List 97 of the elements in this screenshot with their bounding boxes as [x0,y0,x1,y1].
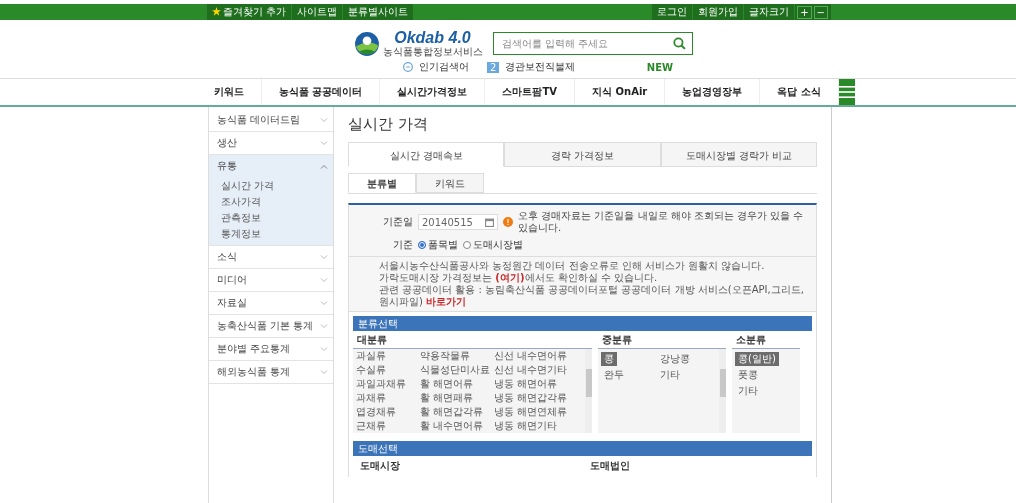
list-item[interactable]: 과채류 [356,391,420,405]
scrollbar[interactable] [585,349,592,433]
list-item[interactable]: 과일과채류 [356,377,420,391]
sidebar-item[interactable]: 분야별 주요통계 [209,338,333,361]
list-item[interactable]: 콩(일반) [735,352,779,366]
sidebar-subitem[interactable]: 조사가격 [221,194,333,210]
list-item[interactable]: 신선 내수면어류 [494,349,578,363]
sidebar-subitem[interactable]: 통계정보 [221,226,333,242]
sidebar-item[interactable]: 자료실 [209,292,333,315]
sidebar-subitem[interactable]: 관측정보 [221,210,333,226]
logo-title[interactable]: Okdab 4.0 [394,30,471,46]
list-item[interactable]: 활 내수면어류 [420,419,494,433]
list-item[interactable]: 식물성단미사료 [420,363,494,377]
notice-link[interactable]: 바로가기 [426,296,467,307]
top-link[interactable]: 회원가입 [693,4,745,20]
chevron-icon [320,117,328,123]
chevron-icon [320,346,328,352]
column-label: 도매법인 [588,459,631,473]
list-item[interactable]: 신선 내수면기타 [494,363,578,377]
list-item[interactable]: 냉동 해면기타 [494,419,578,433]
popular-search-label[interactable]: 인기검색어 [419,60,469,74]
list-item[interactable]: 강낭콩 [657,352,693,366]
list-item[interactable]: 풋콩 [735,368,761,382]
chevron-icon [320,323,328,329]
rank-number: 2 [487,61,500,73]
column-label: 도매시장 [359,459,401,473]
nav-item[interactable]: 농업경영장부 [665,79,761,105]
list-item[interactable]: 기타 [735,384,761,398]
list-item[interactable]: 기타 [657,368,683,382]
new-label: NEW [646,61,673,73]
nav-item[interactable]: 스마트팜TV [485,79,576,105]
sidebar-item[interactable]: 유통 [209,155,333,177]
list-item[interactable]: 약용작물류 [420,349,494,363]
chevron-icon [320,254,328,260]
section-header: 도매선택 [353,441,812,456]
font-size-label: 글자크기 [744,4,796,20]
logo-subtitle: 농식품통합정보서비스 [382,46,483,57]
menu-icon [838,86,855,98]
top-link[interactable]: 로그인 [652,4,694,20]
nav-item[interactable]: 실시간가격정보 [380,79,486,105]
sidebar-item[interactable]: 미디어 [209,269,333,292]
radio-button[interactable]: 품목별 [418,238,458,252]
list-item[interactable]: 수실류 [356,363,420,377]
list-item[interactable]: 엽경채류 [356,405,420,419]
nav-item[interactable]: 옥답 소식 [760,79,839,105]
sidebar-item[interactable]: 해외농식품 통계 [209,361,333,384]
notice-text: 가락도매시장 가격정보는 (여기)에서도 확인하실 수 있습니다. [379,272,659,284]
top-link[interactable]: 사이트맵 [292,4,344,20]
chevron-icon [320,300,328,306]
list-item[interactable]: 과실류 [356,349,420,363]
warning-icon [503,217,513,227]
sidebar-item[interactable]: 소식 [209,246,333,269]
chevron-icon [320,163,328,169]
nav-item[interactable]: 농식품 공공데이터 [262,79,381,105]
scrollbar[interactable] [719,349,726,433]
notice-text: 서울시농수산식품공사와 농정원간 데이터 전송오류로 인해 서비스가 원활치 않습니다. [379,260,766,272]
tab[interactable]: 실시간 경매속보 [348,142,505,167]
list-item[interactable]: 활 해면패류 [420,391,494,405]
chevron-icon [320,277,328,283]
sidebar-item[interactable]: 농식품 데이터드림 [209,109,333,132]
tab[interactable]: 도매시장별 경락가 비교 [660,142,817,167]
section-header: 분류선택 [353,316,812,331]
list-item[interactable]: 냉동 해면연체류 [494,405,578,419]
tab[interactable]: 키워드 [416,173,484,193]
date-field[interactable]: 20140515 [418,214,498,230]
top-link[interactable]: 즐겨찾기 추가 [207,4,293,20]
list-item[interactable]: 냉동 해면갑각류 [494,391,578,405]
field-label: 기준 [392,238,413,252]
notice-link[interactable]: (여기) [495,272,525,283]
field-label: 기준일 [382,215,413,229]
tab[interactable]: 경락 가격정보 [504,142,661,167]
list-item[interactable]: 활 해면갑각류 [420,405,494,419]
popular-search-term[interactable]: 경관보전직불제 [505,60,576,74]
chevron-icon [320,369,328,375]
logo-icon [353,30,380,57]
tab[interactable]: 분류별 [348,173,416,193]
search-field[interactable]: 검색어를 입력해 주세요 [492,32,693,55]
calendar-icon [485,217,494,227]
sidebar-item[interactable]: 농축산식품 기본 통계 [209,315,333,338]
chevron-icon [320,140,328,146]
radio-button[interactable]: 도매시장별 [463,238,523,252]
list-item[interactable]: 완두 [601,368,627,382]
notice-text: 관련 공공데이터 활용 : 농림축산식품 공공데이터포털 공공데이터 개방 서비스(오픈API,그리드,원시파일) 바로가기 [379,284,805,308]
page-title: 실시간 가격 [348,115,429,134]
list-item[interactable]: 콩 [601,352,617,366]
top-link[interactable]: 분류별사이트 [343,4,415,20]
sidebar-subitem[interactable]: 실시간 가격 [221,178,333,194]
font-size-button[interactable]: + [797,5,812,19]
search-icon [672,37,686,50]
font-size-button[interactable]: − [813,5,828,19]
list-item[interactable]: 냉동 해면어류 [494,377,578,391]
list-item[interactable]: 근채류 [356,419,420,433]
list-item[interactable]: 활 해면어류 [420,377,494,391]
date-notice: 오후 경매자료는 기준일을 내일로 해야 조회되는 경우가 있을 수 있습니다. [518,210,805,234]
nav-item[interactable]: 키워드 [197,79,262,105]
star-icon [212,7,221,16]
nav-item[interactable]: 지식 OnAir [575,79,666,105]
